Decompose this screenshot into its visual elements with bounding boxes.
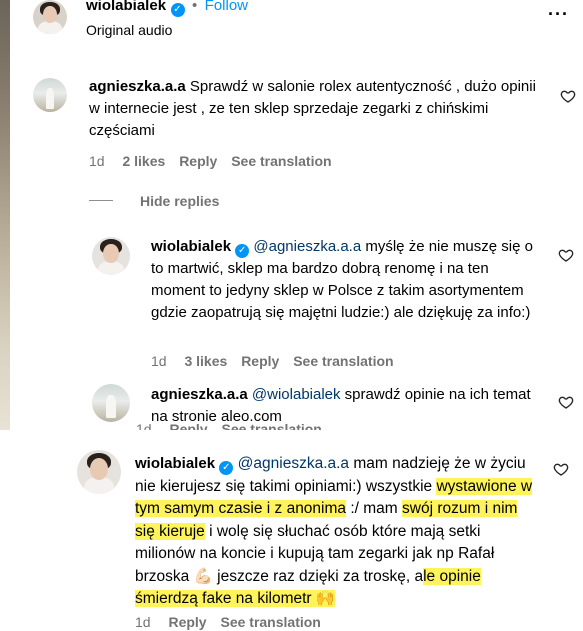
reply-mention-link[interactable]: @wiolabialek [252,386,341,403]
reply-mention-link[interactable]: @agnieszka.a.a [253,238,361,255]
reply-avatar[interactable] [92,237,130,275]
reply-time[interactable]: 1d [135,614,151,630]
reply-text-part: :/ mam [346,500,403,517]
like-heart-icon[interactable] [558,247,574,263]
audio-label[interactable]: Original audio [86,19,172,41]
verified-badge-icon: ✓ [235,244,250,258]
like-heart-icon[interactable] [560,88,576,104]
comment-body: agnieszka.a.a Sprawdź w salonie rolex au… [89,76,549,142]
verified-badge-icon: ✓ [219,461,234,475]
reply-button[interactable]: Reply [179,153,217,169]
follow-button[interactable]: Follow [205,0,248,14]
reply-avatar[interactable] [77,450,121,494]
like-heart-icon[interactable] [553,461,569,477]
reply-avatar[interactable] [92,384,130,422]
see-translation-button[interactable]: See translation [231,153,331,169]
see-translation-button[interactable]: See translation [220,614,320,630]
comment-username[interactable]: agnieszka.a.a [89,78,186,95]
reply-panel-screenshot: wiolabialek ✓ @agnieszka.a.a mam nadziej… [0,430,583,631]
comment-meta: 1d 2 likes Reply See translation [89,153,332,169]
header-username[interactable]: wiolabialek [86,0,166,14]
verified-badge-icon: ✓ [170,3,185,17]
reply-body: wiolabialek ✓ @agnieszka.a.a mam nadziej… [135,453,535,611]
reply-button[interactable]: Reply [168,614,206,630]
background-video-edge [0,0,10,430]
reply-username[interactable]: wiolabialek [151,238,231,255]
replies-divider [89,200,113,201]
more-options-icon[interactable]: ··· [548,4,569,25]
reply-body: wiolabialek ✓ @agnieszka.a.a myślę że ni… [151,236,546,324]
reply-time[interactable]: 1d [151,353,167,369]
reply-button[interactable]: Reply [241,353,279,369]
reply-meta: 1d 3 likes Reply See translation [151,353,394,369]
reply-likes[interactable]: 3 likes [184,353,227,369]
like-heart-icon[interactable] [558,394,574,410]
comment-time[interactable]: 1d [89,153,105,169]
reply-username[interactable]: agnieszka.a.a [151,386,248,403]
reply-mention-link[interactable]: @agnieszka.a.a [238,455,349,472]
reply-meta: 1d Reply See translation [135,614,321,630]
hide-replies-button[interactable]: Hide replies [140,193,219,209]
header-user-row: wiolabialek ✓ • Follow [86,0,248,17]
comment-likes[interactable]: 2 likes [122,153,165,169]
comment-avatar[interactable] [33,78,67,112]
reply-username[interactable]: wiolabialek [135,455,215,472]
see-translation-button[interactable]: See translation [293,353,393,369]
separator-dot: • [191,0,198,14]
header-avatar[interactable] [33,0,67,34]
